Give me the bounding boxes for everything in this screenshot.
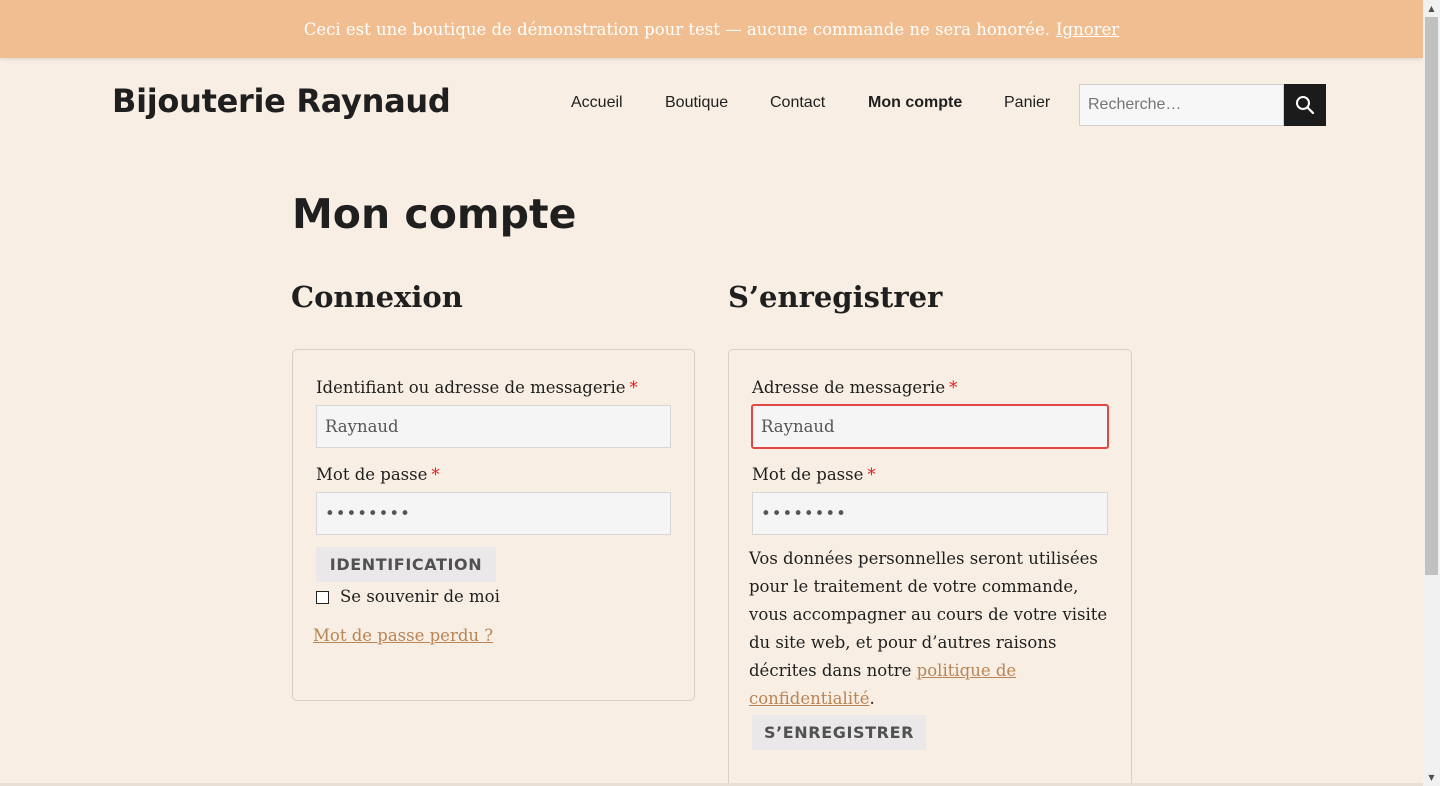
notice-text: Ceci est une boutique de démonstration p…: [303, 19, 1051, 39]
login-password-input[interactable]: [316, 492, 671, 535]
email-label-text: Adresse de messagerie: [752, 378, 946, 397]
login-password-label: Mot de passe *: [316, 465, 440, 484]
required-mark: *: [431, 465, 440, 484]
register-button[interactable]: S’ENREGISTRER: [752, 715, 926, 750]
username-label: Identifiant ou adresse de messagerie *: [316, 378, 638, 397]
email-input[interactable]: [751, 404, 1109, 449]
required-mark: *: [629, 378, 638, 397]
register-title: S’enregistrer: [728, 280, 943, 314]
lost-password-link[interactable]: Mot de passe perdu ?: [313, 626, 493, 645]
nav-item-panier[interactable]: Panier: [1004, 94, 1050, 112]
register-password-label: Mot de passe *: [752, 465, 876, 484]
register-password-input[interactable]: [752, 492, 1108, 535]
scroll-up-icon[interactable]: ▲: [1423, 0, 1440, 17]
required-mark: *: [949, 378, 958, 397]
notice-dismiss-link[interactable]: Ignorer: [1056, 20, 1119, 39]
site-title[interactable]: Bijouterie Raynaud: [112, 82, 451, 120]
email-label: Adresse de messagerie *: [752, 378, 957, 397]
remember-me-checkbox[interactable]: [316, 591, 329, 604]
page-title: Mon compte: [292, 190, 577, 238]
remember-me-label[interactable]: Se souvenir de moi: [340, 587, 500, 606]
search-button[interactable]: [1284, 84, 1326, 126]
required-mark: *: [867, 465, 876, 484]
nav-item-contact[interactable]: Contact: [770, 94, 825, 112]
demo-store-notice: Ceci est une boutique de démonstration p…: [0, 0, 1423, 58]
vertical-scrollbar[interactable]: ▲ ▼: [1423, 0, 1440, 786]
scrollbar-thumb[interactable]: [1425, 17, 1438, 575]
login-button[interactable]: IDENTIFICATION: [316, 547, 496, 582]
nav-item-boutique[interactable]: Boutique: [665, 94, 728, 112]
register-password-label-text: Mot de passe: [752, 465, 864, 484]
nav-item-mon-compte[interactable]: Mon compte: [868, 94, 962, 112]
username-label-text: Identifiant ou adresse de messagerie: [316, 378, 626, 397]
privacy-end: .: [869, 689, 875, 708]
search-input[interactable]: [1079, 84, 1284, 126]
username-input[interactable]: [316, 405, 671, 448]
login-password-label-text: Mot de passe: [316, 465, 428, 484]
search-icon: [1296, 96, 1315, 115]
privacy-notice: Vos données personnelles seront utilisée…: [749, 545, 1119, 713]
nav-item-accueil[interactable]: Accueil: [571, 94, 623, 112]
login-title: Connexion: [291, 280, 463, 314]
scroll-down-icon[interactable]: ▼: [1423, 769, 1440, 786]
